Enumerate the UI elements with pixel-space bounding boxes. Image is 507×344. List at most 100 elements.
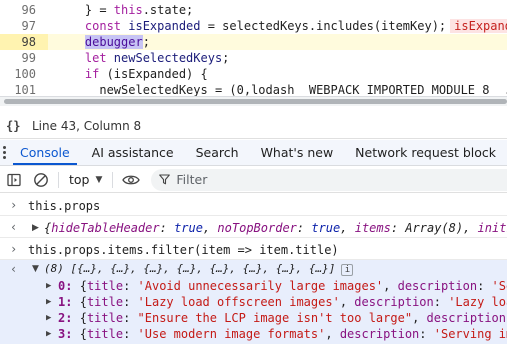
expand-triangle-icon[interactable]: ▶ xyxy=(46,326,51,342)
code-line[interactable]: 97 const isExpanded = selectedKeys.inclu… xyxy=(0,18,507,34)
debugger-keyword: debugger xyxy=(84,35,143,49)
code-token: ; xyxy=(142,35,150,49)
object-preview[interactable]: {hideTableHeader: true, noTopBorder: tru… xyxy=(44,221,507,235)
result-arrow-icon: ‹ xyxy=(10,262,18,276)
punctuation: : xyxy=(159,221,175,235)
chevron-down-icon: ▼ xyxy=(95,174,103,185)
source-editor[interactable]: 96 } = this.state; 97 const isExpanded = … xyxy=(0,0,507,96)
code-token: newSelectedKeys xyxy=(113,51,223,65)
property-key: noTopBorder xyxy=(217,221,297,235)
clear-console-icon[interactable] xyxy=(28,167,54,193)
property-key: title xyxy=(86,327,124,341)
code-text: newSelectedKeys = (0,lodash__WEBPACK_IMP… xyxy=(56,82,507,96)
paused-code-line[interactable]: 98 debugger; xyxy=(0,34,507,50)
line-number[interactable]: 100 xyxy=(0,66,48,82)
array-item-row[interactable]: ▶ 0: {title: 'Avoid unnecessarily large i… xyxy=(0,278,507,294)
boolean-value: true xyxy=(311,221,341,235)
context-selector[interactable]: top ▼ xyxy=(63,172,108,187)
input-chevron-icon: › xyxy=(10,242,18,256)
code-text: if (isExpanded) { xyxy=(56,66,208,82)
tab-search[interactable]: Search xyxy=(185,140,250,165)
expand-triangle-icon[interactable]: ▶ xyxy=(46,310,51,326)
code-token: const xyxy=(56,19,129,33)
context-label: top xyxy=(69,172,90,187)
property-key: initialExp xyxy=(477,221,507,235)
tab-network-request-blocking[interactable]: Network request block xyxy=(344,140,507,165)
console-input-entry: › this.props xyxy=(0,194,507,216)
array-item-row[interactable]: ▶ 1: {title: 'Lazy load offscreen images'… xyxy=(0,294,507,310)
brace: { xyxy=(79,311,87,325)
inline-variable-value: isExpanded = xyxy=(450,19,507,33)
property-key: description xyxy=(397,279,478,293)
boolean-value: true xyxy=(174,221,203,235)
code-text: debugger; xyxy=(56,34,150,50)
console-toolbar: top ▼ Filter xyxy=(0,167,507,193)
array-item-row[interactable]: ▶ 2: {title: "Ensure the LCP image isn't … xyxy=(0,310,507,326)
array-item-preview: 3: {title: 'Use modern image formats', d… xyxy=(58,326,507,342)
tab-console[interactable]: Console xyxy=(9,140,81,165)
code-token: if xyxy=(56,67,107,81)
info-icon[interactable]: i xyxy=(341,264,354,276)
code-token: newSelectedKeys = (0,lodash__WEBPACK_IMP… xyxy=(56,83,507,96)
console-result-entry[interactable]: ‹ ▶ {hideTableHeader: true, noTopBorder:… xyxy=(0,216,507,238)
line-number[interactable]: 101 xyxy=(0,82,48,96)
console-messages[interactable]: › this.props ‹ ▶ {hideTableHeader: true,… xyxy=(0,194,507,344)
brace: { xyxy=(79,279,87,293)
editor-status-bar: {} Line 43, Column 8 xyxy=(0,113,507,139)
console-input-text: this.props xyxy=(28,199,101,213)
live-expression-eye-icon[interactable] xyxy=(117,167,145,193)
title-value: 'Lazy load offscreen images' xyxy=(137,295,340,309)
toolbar-divider xyxy=(58,171,59,188)
property-key: hideTableHeader xyxy=(51,221,160,235)
tab-whats-new[interactable]: What's new xyxy=(250,140,345,165)
property-key: description xyxy=(339,327,420,341)
code-text: const isExpanded = selectedKeys.includes… xyxy=(56,18,507,34)
pretty-print-icon[interactable]: {} xyxy=(6,119,28,133)
show-sidebar-icon[interactable] xyxy=(0,167,28,193)
more-tools-icon[interactable] xyxy=(0,140,9,165)
expand-triangle-icon[interactable]: ▶ xyxy=(46,278,51,294)
line-number[interactable]: 98 xyxy=(0,34,48,50)
line-number[interactable]: 99 xyxy=(0,50,48,66)
tab-ai-assistance[interactable]: AI assistance xyxy=(81,140,185,165)
array-item-row[interactable]: ▶ 3: {title: 'Use modern image formats', … xyxy=(0,326,507,342)
title-value: 'Use modern image formats' xyxy=(137,327,326,341)
line-number[interactable]: 97 xyxy=(0,18,48,34)
property-key: description xyxy=(426,311,506,325)
expand-triangle-icon[interactable]: ▶ xyxy=(46,294,51,310)
toolbar-divider xyxy=(112,171,114,188)
array-summary[interactable]: (8) [{…}, {…}, {…}, {…}, {…}, {…}, {…}, … xyxy=(44,262,354,276)
filter-input[interactable]: Filter xyxy=(151,168,507,191)
code-line[interactable]: 100 if (isExpanded) { xyxy=(0,66,507,82)
property-key: title xyxy=(86,311,124,325)
expand-triangle-icon[interactable]: ▶ xyxy=(32,223,39,233)
title-value: 'Avoid unnecessarily large images' xyxy=(137,279,384,293)
scrollbar-thumb[interactable] xyxy=(4,99,507,104)
code-token: = selectedKeys.includes(itemKey); xyxy=(200,19,447,33)
filter-funnel-icon xyxy=(159,174,171,185)
collapse-triangle-icon[interactable]: ▼ xyxy=(32,264,39,274)
code-token: ; xyxy=(222,51,230,65)
colon: : xyxy=(65,295,73,309)
code-line[interactable]: 99 let newSelectedKeys; xyxy=(0,50,507,66)
punctuation: : Array(8), xyxy=(390,221,478,235)
editor-horizontal-scrollbar[interactable] xyxy=(0,96,507,106)
filter-placeholder: Filter xyxy=(176,172,208,187)
brace: { xyxy=(79,327,87,341)
property-key: description xyxy=(354,295,434,309)
code-line[interactable]: 101 newSelectedKeys = (0,lodash__WEBPACK… xyxy=(0,82,507,96)
result-arrow-icon: ‹ xyxy=(10,220,18,234)
punctuation: , xyxy=(340,221,355,235)
code-line[interactable]: 96 } = this.state; xyxy=(0,2,507,18)
code-text: } = this.state; xyxy=(56,2,193,18)
code-token: (isExpanded) { xyxy=(106,67,208,81)
drawer-tabbar: Console AI assistance Search What's new … xyxy=(0,140,507,166)
property-key: title xyxy=(86,295,124,309)
console-input-entry: › this.props.items.filter(item => item.t… xyxy=(0,238,507,260)
array-item-preview: 0: {title: 'Avoid unnecessarily large im… xyxy=(58,278,507,294)
colon: : xyxy=(65,311,73,325)
punctuation: , xyxy=(202,221,218,235)
input-chevron-icon: › xyxy=(10,198,18,212)
line-number[interactable]: 96 xyxy=(0,2,48,18)
